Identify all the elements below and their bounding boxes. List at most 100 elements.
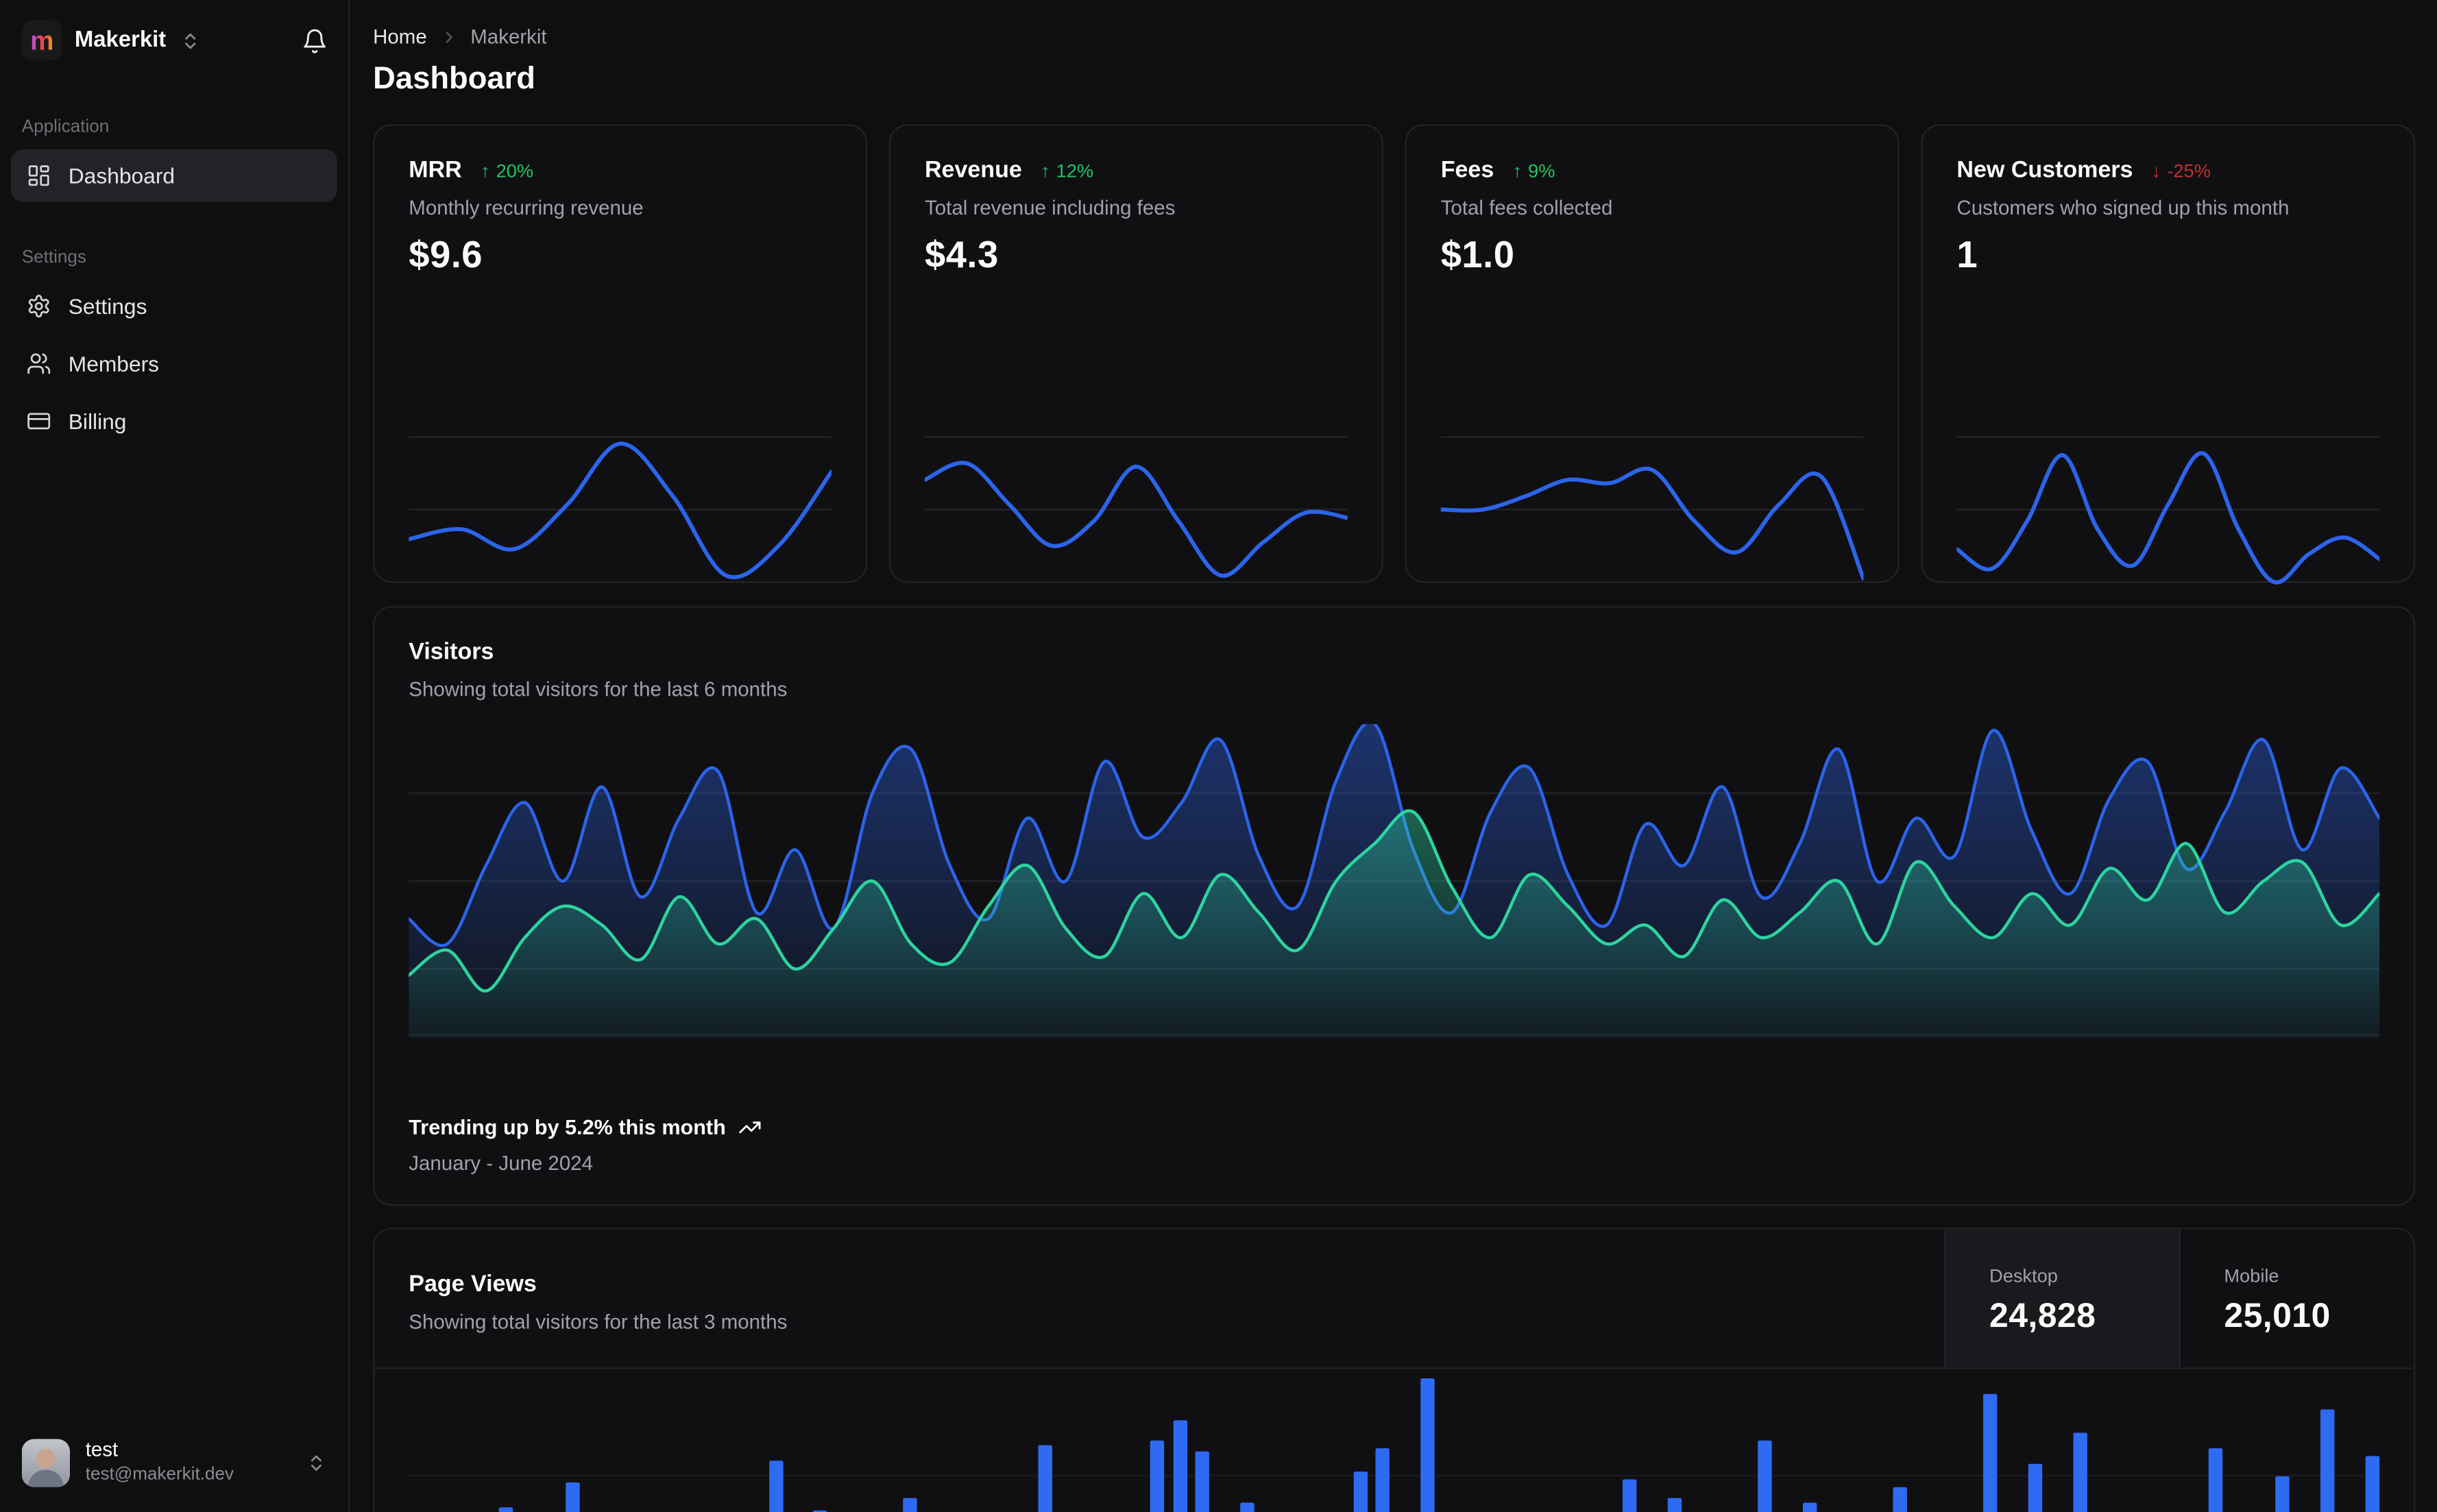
visitors-subtitle: Showing total visitors for the last 6 mo… bbox=[409, 677, 788, 701]
visitors-card: Visitors Showing total visitors for the … bbox=[373, 606, 2416, 1206]
dashboard-icon bbox=[28, 165, 49, 186]
page-views-bar bbox=[1893, 1487, 1907, 1512]
visitors-footer-text: Trending up by 5.2% this month bbox=[409, 1115, 726, 1139]
page-views-bar bbox=[1241, 1502, 1255, 1512]
sidebar-item-label: Members bbox=[68, 351, 160, 376]
sidebar-item-label: Billing bbox=[68, 409, 127, 434]
sidebar-item-members[interactable]: Members bbox=[11, 337, 337, 390]
trend-up-icon: ↑ bbox=[1512, 159, 1523, 182]
sidebar-nav-settings: Settings Members Billing bbox=[0, 267, 348, 448]
logo-letter: m bbox=[30, 25, 54, 56]
stat-subtitle: Monthly recurring revenue bbox=[409, 195, 644, 219]
page-views-bar bbox=[1623, 1479, 1638, 1512]
bars-container bbox=[409, 1324, 2379, 1512]
stat-card-fees: Fees ↑9% Total fees collected $1.0 July … bbox=[1405, 124, 1900, 626]
page-title: Dashboard bbox=[373, 62, 535, 97]
stat-title: Revenue bbox=[924, 156, 1022, 184]
bell-icon[interactable] bbox=[302, 27, 328, 54]
trend-badge: ↑ 12% bbox=[1041, 159, 1093, 181]
fees-sparkline-chart bbox=[1441, 430, 1864, 595]
stat-value: $1.0 bbox=[1440, 234, 1515, 277]
sidebar-item-billing[interactable]: Billing bbox=[11, 395, 337, 448]
gear-icon bbox=[28, 295, 49, 318]
sidebar-section-application: Application bbox=[21, 118, 110, 137]
stat-card-revenue: Revenue ↑ 12% Total revenue including fee… bbox=[888, 124, 1383, 626]
breadcrumb-home[interactable]: Home bbox=[373, 25, 427, 48]
page-views-bar bbox=[2072, 1432, 2087, 1512]
chevrons-up-down-icon bbox=[311, 1455, 322, 1471]
stat-title: MRR bbox=[409, 156, 462, 184]
breadcrumb-current: Makerkit bbox=[470, 25, 547, 49]
trend-up-icon: ↑ bbox=[480, 159, 490, 182]
visitors-footer: Trending up by 5.2% this month January -… bbox=[409, 1116, 762, 1175]
trending-up-icon bbox=[739, 1121, 761, 1134]
trend-badge: ↑ 20% bbox=[481, 159, 533, 181]
trend-badge: ↑ 9% bbox=[1512, 159, 1555, 181]
page-views-bar bbox=[1173, 1420, 1188, 1512]
stat-value: $9.6 bbox=[409, 234, 483, 277]
stat-title: New Customers bbox=[1956, 156, 2133, 184]
mrr-sparkline-chart bbox=[409, 430, 832, 595]
stat-subtitle: Total revenue including fees bbox=[924, 195, 1176, 219]
main-content: Home Makerkit Dashboard MRR ↑ 20% Monthly… bbox=[351, 0, 2437, 1512]
stat-cards-row: MRR ↑ 20% Monthly recurring revenue $9.6 … bbox=[373, 124, 2416, 626]
new-customers-sparkline-chart bbox=[1956, 430, 2379, 595]
visitors-date-range: January - June 2024 bbox=[409, 1151, 594, 1175]
page-views-bar bbox=[1758, 1440, 1772, 1512]
sidebar: m Makerkit Application Dashboard Setting… bbox=[0, 0, 350, 1512]
page-views-bar bbox=[1038, 1445, 1053, 1512]
user-menu[interactable]: test test@makerkit.dev bbox=[0, 1420, 348, 1512]
sidebar-item-label: Settings bbox=[68, 293, 147, 319]
user-name: test bbox=[85, 1438, 119, 1462]
stat-value: 1 bbox=[1956, 234, 1978, 277]
stat-value: $4.3 bbox=[924, 234, 999, 277]
sidebar-item-dashboard[interactable]: Dashboard bbox=[10, 149, 337, 202]
page-views-bar bbox=[566, 1482, 581, 1512]
workspace-row: m Makerkit bbox=[0, 0, 348, 76]
trend-value: 12% bbox=[1056, 159, 1094, 182]
page-views-bar bbox=[2275, 1476, 2290, 1512]
stat-subtitle: Customers who signed up this month bbox=[1956, 195, 2290, 219]
makerkit-logo[interactable]: m bbox=[21, 20, 62, 61]
page-views-bar bbox=[1983, 1393, 1997, 1512]
page-views-title: Page Views bbox=[409, 1271, 537, 1298]
page-views-bar bbox=[1353, 1472, 1368, 1512]
stat-card-new-customers: New Customers ↓ -25% Customers who signed… bbox=[1921, 124, 2416, 626]
page-views-bar bbox=[1668, 1498, 1682, 1512]
trend-down-icon: ↓ bbox=[2151, 159, 2161, 182]
sidebar-nav-application: Dashboard bbox=[0, 137, 348, 202]
chevron-right-icon bbox=[445, 31, 452, 42]
page-views-bar bbox=[1420, 1378, 1435, 1512]
credit-card-icon bbox=[27, 413, 51, 430]
chevrons-up-down-icon[interactable] bbox=[180, 30, 200, 50]
trend-badge: ↓ -25% bbox=[2152, 159, 2211, 181]
trend-value: 20% bbox=[496, 159, 534, 182]
users-icon bbox=[27, 353, 51, 374]
visitors-title: Visitors bbox=[409, 638, 494, 666]
stat-title: Fees bbox=[1440, 156, 1494, 184]
breadcrumb: Home Makerkit bbox=[373, 25, 2415, 48]
trend-value: 9% bbox=[1528, 159, 1555, 182]
workspace-selector[interactable]: Makerkit bbox=[75, 28, 166, 53]
user-email: test@makerkit.dev bbox=[85, 1465, 234, 1485]
toggle-label: Mobile bbox=[2224, 1265, 2279, 1287]
page-views-bar bbox=[768, 1461, 783, 1512]
trend-up-icon: ↑ bbox=[1040, 159, 1050, 182]
sidebar-item-settings[interactable]: Settings bbox=[11, 280, 337, 332]
stat-card-mrr: MRR ↑ 20% Monthly recurring revenue $9.6 … bbox=[373, 124, 868, 626]
revenue-sparkline-chart bbox=[925, 430, 1348, 595]
user-meta: test test@makerkit.dev bbox=[85, 1438, 234, 1486]
page-views-bar bbox=[2028, 1463, 2042, 1512]
visitors-area-chart bbox=[409, 724, 2380, 1038]
page-views-bar bbox=[1375, 1448, 1390, 1512]
sidebar-item-label: Dashboard bbox=[68, 163, 175, 188]
toggle-label: Desktop bbox=[1989, 1265, 2058, 1287]
page-views-bar-chart bbox=[409, 1369, 2380, 1512]
avatar bbox=[21, 1439, 71, 1487]
page-views-bar bbox=[1150, 1440, 1165, 1512]
page-views-bar bbox=[903, 1498, 918, 1512]
page-views-bar bbox=[1196, 1451, 1210, 1512]
page-views-card: Page Views Showing total visitors for th… bbox=[373, 1228, 2416, 1512]
page-views-bar bbox=[2320, 1409, 2335, 1512]
page-views-bar bbox=[2365, 1456, 2379, 1512]
